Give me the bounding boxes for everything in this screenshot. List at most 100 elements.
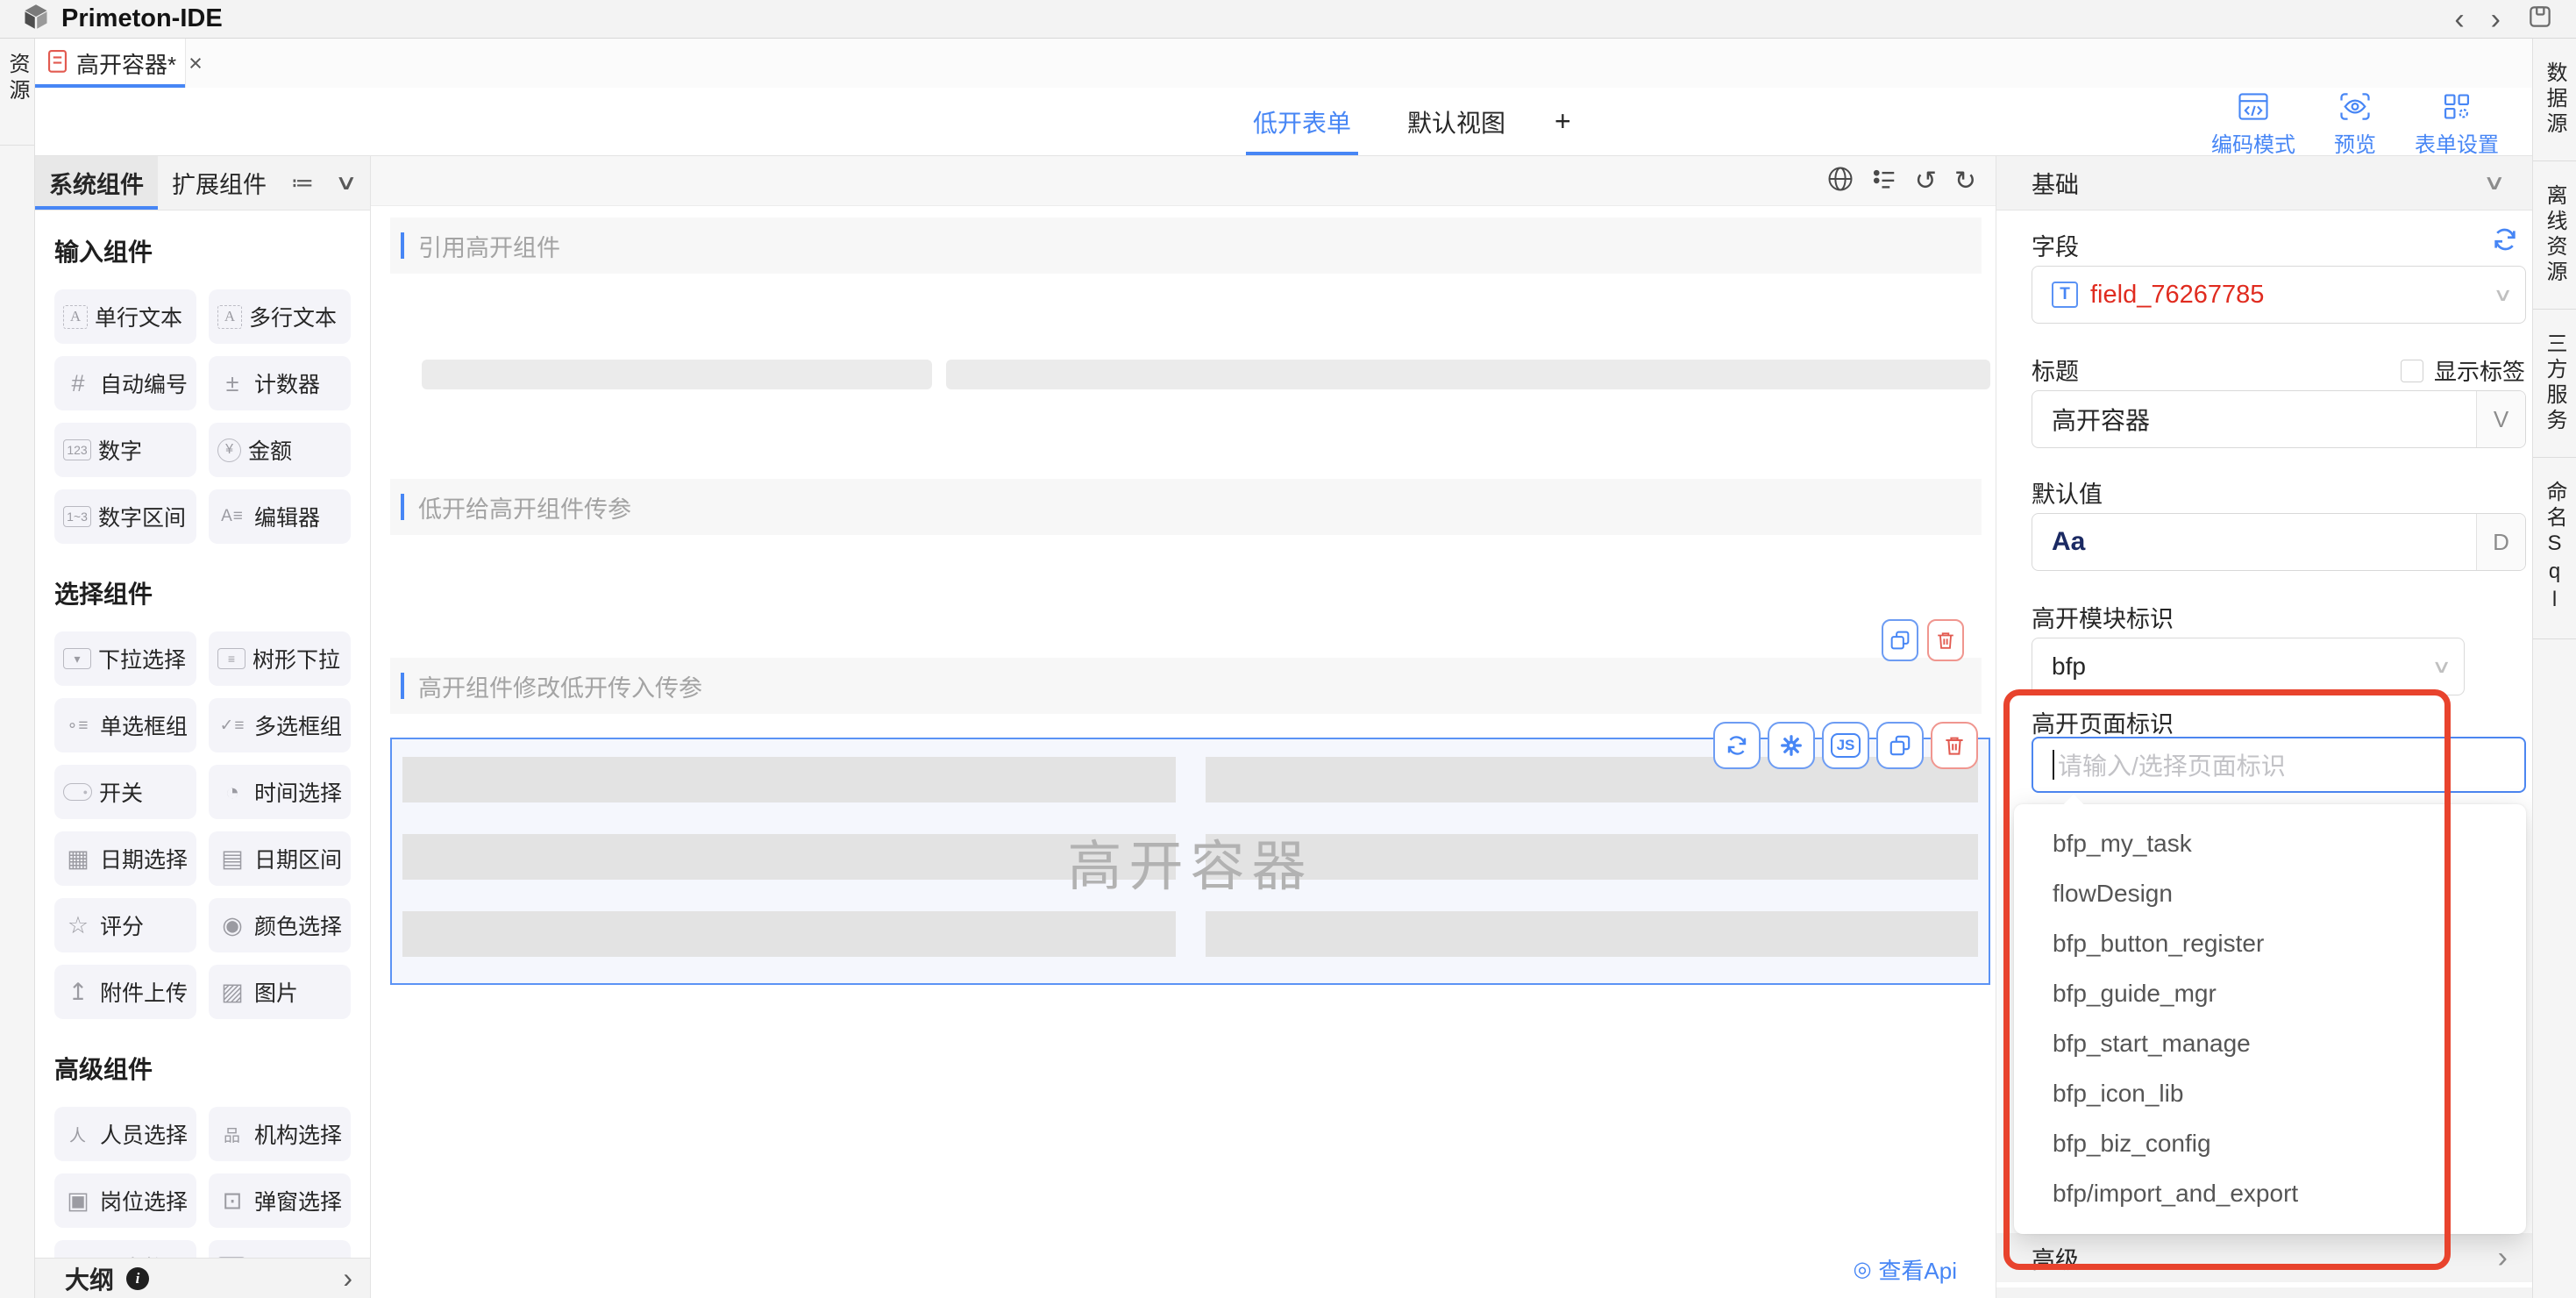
redo-icon[interactable]: ↻ xyxy=(1954,168,1976,195)
field-select[interactable]: T field_76267785 ∨ xyxy=(2032,266,2526,324)
page-id-option[interactable]: bfp/import_and_export xyxy=(2014,1168,2526,1218)
chevron-right-icon[interactable]: › xyxy=(343,1262,352,1294)
section-highcode-modify-params[interactable]: 高开组件修改低开传入传参 xyxy=(390,658,1982,714)
component-item[interactable]: ● 开关 xyxy=(54,765,196,819)
module-id-select[interactable]: bfp ∨ xyxy=(2032,638,2465,695)
outline-bar[interactable]: 大纲 i › xyxy=(35,1258,370,1298)
component-item[interactable]: ▣ 岗位选择 xyxy=(54,1173,196,1228)
title-input[interactable]: 高开容器 V xyxy=(2032,390,2526,448)
component-item[interactable]: ▦ 子表格 xyxy=(54,1240,196,1258)
copy-icon[interactable] xyxy=(1876,722,1924,769)
section-ref-highcode-component[interactable]: 引用高开组件 xyxy=(390,218,1982,274)
component-item-label: 金额 xyxy=(248,434,292,466)
component-item[interactable]: 品 机构选择 xyxy=(209,1107,351,1161)
component-item[interactable]: ▤ 日期区间 xyxy=(209,831,351,886)
tab-system-components[interactable]: 系统组件 xyxy=(35,156,158,210)
component-item[interactable]: ¥ 金额 xyxy=(209,423,351,477)
refresh-icon[interactable] xyxy=(1713,722,1761,769)
right-rail-item[interactable]: 数据源 xyxy=(2533,39,2576,161)
component-item[interactable]: ▾ 下拉选择 xyxy=(54,631,196,686)
text-field-type-icon: T xyxy=(2052,282,2078,308)
default-value-label: 默认值 xyxy=(2032,475,2103,510)
page-id-option[interactable]: bfp_my_task xyxy=(2014,818,2526,868)
component-list: 输入组件 A 单行文本 A 多行文本 xyxy=(35,210,370,1258)
tab-default-view[interactable]: 默认视图 xyxy=(1404,88,1509,155)
component-panel-header: 系统组件 扩展组件 ≔ ∨ xyxy=(35,156,370,210)
component-item[interactable]: ✓≡ 多选框组 xyxy=(209,698,351,752)
panel-menu-icon[interactable]: ≔ xyxy=(291,169,314,196)
component-item[interactable]: ◉ 颜色选择 xyxy=(209,898,351,952)
tab-extended-components[interactable]: 扩展组件 xyxy=(158,156,281,210)
close-icon[interactable]: × xyxy=(189,50,203,77)
group-style-header[interactable]: 样式 › xyxy=(1996,1287,2532,1298)
group-basic-header[interactable]: 基础 ∨ xyxy=(1996,156,2532,210)
right-rail-item[interactable]: 离线资源 xyxy=(2533,161,2576,310)
trash-icon[interactable] xyxy=(1927,619,1964,661)
auto-number-icon: # xyxy=(63,368,93,398)
chevron-down-icon[interactable]: ∨ xyxy=(335,170,358,196)
left-rail-item-resources[interactable]: 资源 xyxy=(2,53,32,1298)
right-rail-item[interactable]: 三方服务 xyxy=(2533,310,2576,458)
preview-button[interactable]: 预览 xyxy=(2304,93,2406,158)
default-value-addon[interactable]: D xyxy=(2476,514,2525,570)
title-input-addon[interactable]: V xyxy=(2476,391,2525,447)
gear-icon[interactable] xyxy=(1768,722,1815,769)
undo-icon[interactable]: ↺ xyxy=(1915,168,1937,195)
component-item[interactable]: A 多行文本 xyxy=(209,289,351,344)
section-lowcode-to-highcode-params[interactable]: 低开给高开组件传参 xyxy=(390,479,1982,535)
component-item[interactable]: ≡ 树形下拉 xyxy=(209,631,351,686)
component-item[interactable]: 1~3 数字区间 xyxy=(54,489,196,544)
component-item[interactable]: ☆ 评分 xyxy=(54,898,196,952)
view-api-link[interactable]: ◎ 查看Api xyxy=(1853,1253,1957,1286)
section-accent-bar xyxy=(401,673,404,699)
component-item[interactable]: ⊡ 弹窗选择 xyxy=(209,1173,351,1228)
grid-gear-icon xyxy=(2442,93,2472,125)
page-id-option[interactable]: bfp_guide_mgr xyxy=(2014,968,2526,1018)
rating-icon: ☆ xyxy=(63,910,93,940)
refresh-icon[interactable] xyxy=(2492,226,2518,257)
component-item[interactable]: ◔ 时间选择 xyxy=(209,765,351,819)
tab-lowcode-form[interactable]: 低开表单 xyxy=(1249,88,1355,155)
save-icon[interactable] xyxy=(2527,4,2553,34)
component-item[interactable]: ↥ 附件上传 xyxy=(54,965,196,1019)
default-value-input[interactable]: Aa D xyxy=(2032,513,2526,571)
add-view-button[interactable]: + xyxy=(1555,105,1571,138)
component-item[interactable]: # 自动编号 xyxy=(54,356,196,410)
page-id-option[interactable]: bfp_biz_config xyxy=(2014,1118,2526,1168)
nav-forward-icon[interactable]: › xyxy=(2491,4,2501,34)
page-id-option[interactable]: bfp_icon_lib xyxy=(2014,1068,2526,1118)
form-settings-button[interactable]: 表单设置 xyxy=(2406,93,2508,158)
component-item[interactable]: ± 计数器 xyxy=(209,356,351,410)
trash-icon[interactable] xyxy=(1931,722,1978,769)
component-item[interactable]: ▦ 日期选择 xyxy=(54,831,196,886)
page-id-option[interactable]: bfp_start_manage xyxy=(2014,1018,2526,1068)
component-item[interactable]: x Excel xyxy=(209,1240,351,1258)
right-rail-item-label: 三方服务 xyxy=(2539,332,2570,434)
component-item[interactable]: A≡ 编辑器 xyxy=(209,489,351,544)
globe-icon[interactable] xyxy=(1827,166,1854,197)
nav-back-icon[interactable]: ‹ xyxy=(2454,4,2464,34)
copy-icon[interactable] xyxy=(1882,619,1918,661)
selected-highcode-container[interactable]: 高开容器 xyxy=(390,738,1990,985)
section-title-advanced: 高级组件 xyxy=(54,1051,351,1086)
section-title: 高开组件修改低开传入传参 xyxy=(418,669,702,703)
group-advanced-header[interactable]: 高级 › xyxy=(1996,1233,2532,1282)
js-script-icon[interactable]: JS xyxy=(1822,722,1869,769)
document-tab-active[interactable]: 高开容器* × xyxy=(35,39,186,88)
app-title: Primeton-IDE xyxy=(61,4,223,33)
component-item[interactable]: 人 人员选择 xyxy=(54,1107,196,1161)
page-id-option[interactable]: flowDesign xyxy=(2014,868,2526,918)
outline-tree-icon[interactable] xyxy=(1871,166,1897,197)
component-item[interactable]: A 单行文本 xyxy=(54,289,196,344)
component-item[interactable]: ▨ 图片 xyxy=(209,965,351,1019)
component-item[interactable]: ∘≡ 单选框组 xyxy=(54,698,196,752)
show-label-toggle[interactable]: 显示标签 xyxy=(2401,354,2525,387)
component-item[interactable]: 123 数字 xyxy=(54,423,196,477)
right-rail-item[interactable]: 命名Sql xyxy=(2533,458,2576,639)
code-mode-button[interactable]: 编码模式 xyxy=(2202,93,2304,158)
view-tabs: 低开表单 默认视图 + xyxy=(1249,88,1571,155)
page-id-option[interactable]: bfp_button_register xyxy=(2014,918,2526,968)
checkbox-icon[interactable] xyxy=(2401,360,2423,382)
page-id-input[interactable]: 请输入/选择页面标识 xyxy=(2032,737,2526,793)
component-item-label: 日期选择 xyxy=(100,843,188,874)
